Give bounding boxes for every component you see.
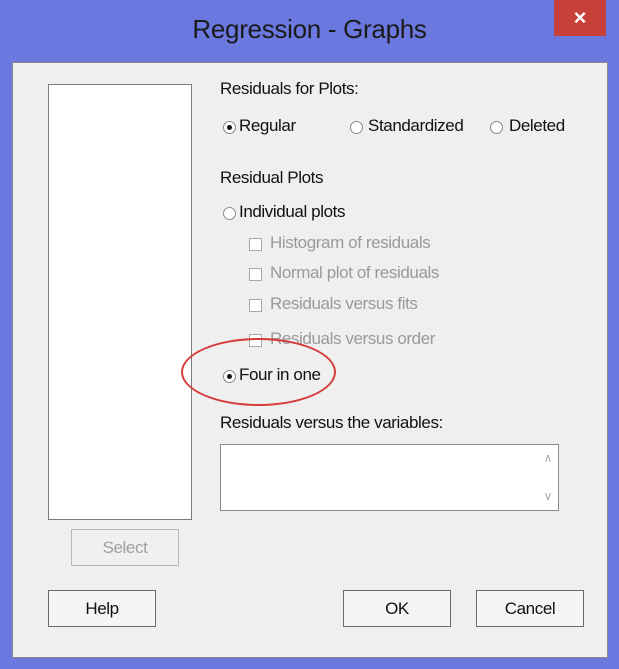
scroll-up-icon[interactable]: ∧	[541, 451, 555, 465]
residuals-vs-fits-checkbox-label[interactable]: Residuals versus fits	[270, 294, 418, 314]
regression-graphs-dialog: Regression - Graphs × Residuals for Plot…	[0, 0, 619, 669]
cancel-button[interactable]: Cancel	[476, 590, 584, 627]
close-button[interactable]: ×	[554, 0, 606, 36]
individual-plots-radio[interactable]	[223, 207, 236, 220]
residuals-vs-variables-input[interactable]: ∧ ∨	[220, 444, 559, 511]
help-button[interactable]: Help	[48, 590, 156, 627]
residual-plots-label: Residual Plots	[220, 168, 324, 187]
standardized-radio[interactable]	[350, 121, 363, 134]
deleted-radio[interactable]	[490, 121, 503, 134]
deleted-radio-label[interactable]: Deleted	[509, 116, 565, 136]
residuals-vs-fits-checkbox[interactable]	[249, 299, 262, 312]
individual-plots-radio-label[interactable]: Individual plots	[239, 202, 345, 222]
four-in-one-radio-label[interactable]: Four in one	[239, 365, 321, 385]
histogram-checkbox[interactable]	[249, 238, 262, 251]
normal-plot-checkbox-label[interactable]: Normal plot of residuals	[270, 263, 439, 283]
scroll-down-icon[interactable]: ∨	[541, 489, 555, 503]
regular-radio-label[interactable]: Regular	[239, 116, 296, 136]
dialog-title: Regression - Graphs	[192, 14, 427, 44]
four-in-one-radio[interactable]	[223, 370, 236, 383]
dialog-body: Residuals for Plots: Regular Standardize…	[12, 62, 608, 658]
residuals-for-plots-label: Residuals for Plots:	[220, 79, 359, 98]
ok-button[interactable]: OK	[343, 590, 451, 627]
close-icon: ×	[573, 5, 587, 30]
title-bar: Regression - Graphs ×	[0, 0, 619, 62]
residuals-vs-order-checkbox[interactable]	[249, 334, 262, 347]
variable-list[interactable]	[48, 84, 192, 520]
histogram-checkbox-label[interactable]: Histogram of residuals	[270, 233, 431, 253]
residuals-vs-order-checkbox-label[interactable]: Residuals versus order	[270, 329, 435, 349]
select-button[interactable]: Select	[71, 529, 179, 566]
regular-radio[interactable]	[223, 121, 236, 134]
normal-plot-checkbox[interactable]	[249, 268, 262, 281]
residuals-vs-variables-label: Residuals versus the variables:	[220, 413, 443, 432]
standardized-radio-label[interactable]: Standardized	[368, 116, 464, 136]
